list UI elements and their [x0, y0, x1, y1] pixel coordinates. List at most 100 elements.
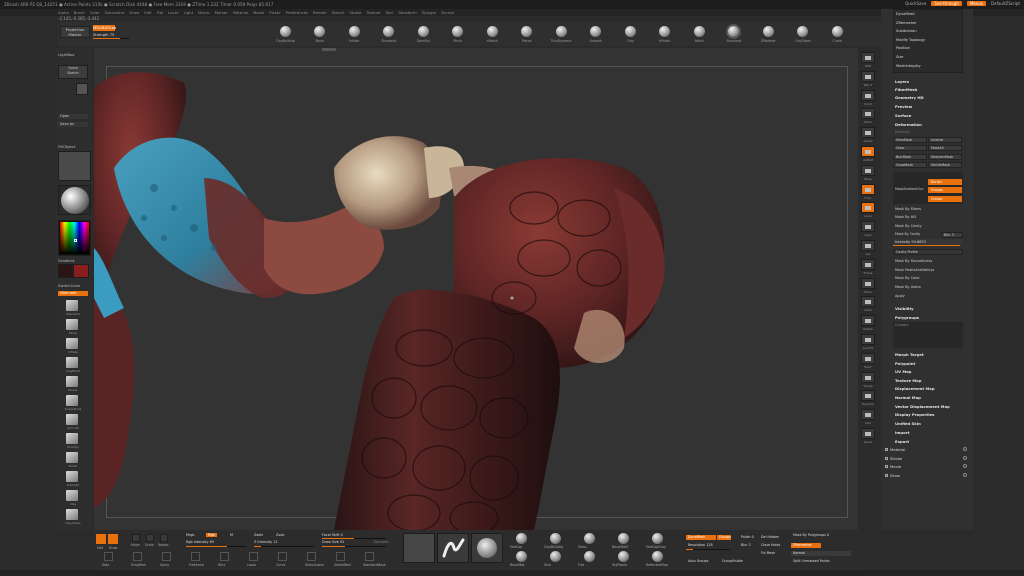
quicksave-button[interactable]: QuickSave: [905, 1, 926, 6]
import-menu[interactable]: Import: [895, 430, 909, 435]
view-bpr-button[interactable]: [861, 52, 875, 63]
stroke-type-icon[interactable]: [191, 552, 200, 561]
m-button[interactable]: M: [230, 533, 233, 538]
menu-layer[interactable]: Layer: [168, 10, 179, 15]
stroke-type-icon[interactable]: [133, 552, 142, 561]
current-brush-thumbnail[interactable]: [471, 533, 503, 563]
geometry-item[interactable]: DynaMesh: [894, 10, 962, 19]
view-actual-button[interactable]: [861, 127, 875, 139]
zremesher-button[interactable]: ZRemesher: [791, 543, 821, 548]
stroke-type-icon[interactable]: [278, 552, 287, 561]
mask-by-cavity-button[interactable]: Mask By Cavity: [893, 232, 939, 238]
menus-toggle[interactable]: Menus: [966, 1, 987, 6]
menu-pin-icon[interactable]: [963, 464, 967, 468]
tool-brush-icon[interactable]: [66, 300, 78, 311]
brush-slot[interactable]: Clay: [613, 24, 648, 46]
palette-menu-draw[interactable]: Draw: [885, 472, 967, 478]
zsub-button[interactable]: Zsub: [276, 533, 284, 538]
brush-slot[interactable]: Smooth: [579, 24, 614, 46]
shrink-mask-button[interactable]: ShrinkMask: [928, 162, 962, 168]
projection-master-button[interactable]: Projection Master: [60, 26, 90, 38]
blur-mask-button[interactable]: BlurMask: [893, 154, 927, 160]
seethrough-slider[interactable]: See-through: [931, 1, 962, 6]
cavity-profile-curve[interactable]: Cavity Profile: [893, 249, 963, 255]
visibility-menu[interactable]: Visibility: [895, 306, 914, 311]
morph-target-menu[interactable]: Morph Target: [895, 352, 924, 357]
tool-brush-icon[interactable]: [66, 338, 78, 349]
defaultscript-button[interactable]: DefaultZScript: [991, 1, 1020, 6]
menu-stencil[interactable]: Stencil: [332, 10, 345, 15]
polygroups-menu[interactable]: Polygroups: [895, 315, 919, 320]
material-ball-icon[interactable]: [652, 533, 663, 544]
color-picker[interactable]: [58, 220, 91, 256]
tool-brush-icon[interactable]: [66, 452, 78, 463]
menu-pin-icon[interactable]: [963, 472, 967, 477]
view-lsym-button[interactable]: [861, 221, 875, 233]
tool-brush-icon[interactable]: [66, 433, 78, 444]
stroke-type-icon[interactable]: [307, 552, 316, 561]
zadd-button[interactable]: Zadd: [254, 533, 263, 538]
sculpt-model[interactable]: [94, 48, 858, 530]
menu-zplugin[interactable]: Zplugin: [422, 10, 436, 15]
group-visible-button[interactable]: GroupVisible: [720, 559, 756, 564]
crease-button[interactable]: Crease: [928, 196, 962, 202]
palette-menu-stroke[interactable]: Stroke: [885, 455, 967, 461]
stroke-type-icon[interactable]: [162, 552, 171, 561]
tool-brush-icon[interactable]: [66, 414, 78, 425]
rgb-button[interactable]: Rgb: [206, 533, 217, 538]
main-color-swatch[interactable]: [58, 264, 73, 278]
view-aahalf-button[interactable]: [861, 146, 875, 157]
menu-pin-icon[interactable]: [963, 447, 967, 451]
open-button[interactable]: Open: [58, 114, 88, 119]
material-ball-icon[interactable]: [550, 551, 561, 562]
brush-slot[interactable]: ZModeler: [751, 24, 786, 46]
menu-file[interactable]: File: [157, 10, 163, 15]
viewmask-button[interactable]: ViewMask: [893, 137, 927, 143]
view-solo-button[interactable]: [861, 409, 875, 421]
palette-menu-material[interactable]: Material: [885, 447, 967, 452]
brush-slot[interactable]: Inflate: [337, 24, 372, 46]
tool-brush-icon[interactable]: [66, 376, 78, 387]
palette-menu-movie[interactable]: Movie: [885, 464, 967, 469]
brush-slot[interactable]: Move: [303, 24, 338, 46]
mask-by-smoothness-button[interactable]: Mask By Smoothness: [895, 259, 932, 263]
mask-by-alpha-button[interactable]: Mask By Alpha: [895, 285, 921, 289]
menu-color[interactable]: Color: [90, 10, 100, 15]
geometry-item[interactable]: MeshIntegrity: [894, 62, 962, 71]
display-properties-menu[interactable]: Display Properties: [895, 412, 934, 417]
switchcolor-button[interactable]: SwitchColor: [58, 283, 80, 288]
secondary-color-swatch[interactable]: [73, 264, 89, 278]
polish-slider[interactable]: Polish 0: [739, 535, 759, 540]
material-ball-icon[interactable]: [584, 551, 595, 562]
menu-document[interactable]: Document: [105, 10, 125, 15]
vector-displacement-map-menu[interactable]: Vector Displacement Map: [895, 404, 950, 409]
export-menu[interactable]: Export: [895, 439, 909, 444]
edit-mode-button[interactable]: [96, 534, 106, 544]
view-scale-button[interactable]: [861, 296, 875, 308]
intensity-slider[interactable]: Intensity 94.8653: [893, 239, 963, 246]
geometry-item[interactable]: ZRemesher: [894, 19, 962, 28]
rgb-intensity-slider[interactable]: Rgb Intensity 69: [186, 540, 214, 545]
view-spix-3-button[interactable]: [861, 70, 875, 82]
view-scroll-button[interactable]: [861, 89, 875, 101]
scale-mode-button[interactable]: [146, 534, 154, 542]
uv-map-menu[interactable]: UV Map: [895, 369, 911, 374]
material-ball-icon[interactable]: [584, 533, 595, 544]
brush-slot[interactable]: TrimDynamic: [544, 24, 579, 46]
layers-menu[interactable]: Layers: [895, 79, 909, 84]
dynamic-button[interactable]: Dynamic: [374, 540, 389, 545]
brush-slot[interactable]: Curve: [820, 24, 855, 46]
mask-by-cavity-header[interactable]: Mask By Cavity: [895, 224, 922, 228]
view-line-fill-button[interactable]: [861, 334, 875, 345]
masking-menu[interactable]: Masking: [895, 130, 909, 134]
geometry-item[interactable]: Size: [894, 53, 962, 62]
quick-sketch-button[interactable]: Quick Sketch: [58, 65, 88, 79]
auto-groups-button[interactable]: Auto Groups: [686, 559, 718, 564]
mrgb-button[interactable]: Mrgb: [186, 533, 195, 538]
brush-slot[interactable]: Pinch: [441, 24, 476, 46]
clear-mask-button[interactable]: Clear: [893, 145, 927, 151]
brush-slot[interactable]: Polish: [682, 24, 717, 46]
deformation-menu[interactable]: Deformation: [895, 122, 922, 127]
tool-brush-icon[interactable]: [66, 490, 78, 501]
surface-menu[interactable]: Surface: [895, 113, 911, 118]
